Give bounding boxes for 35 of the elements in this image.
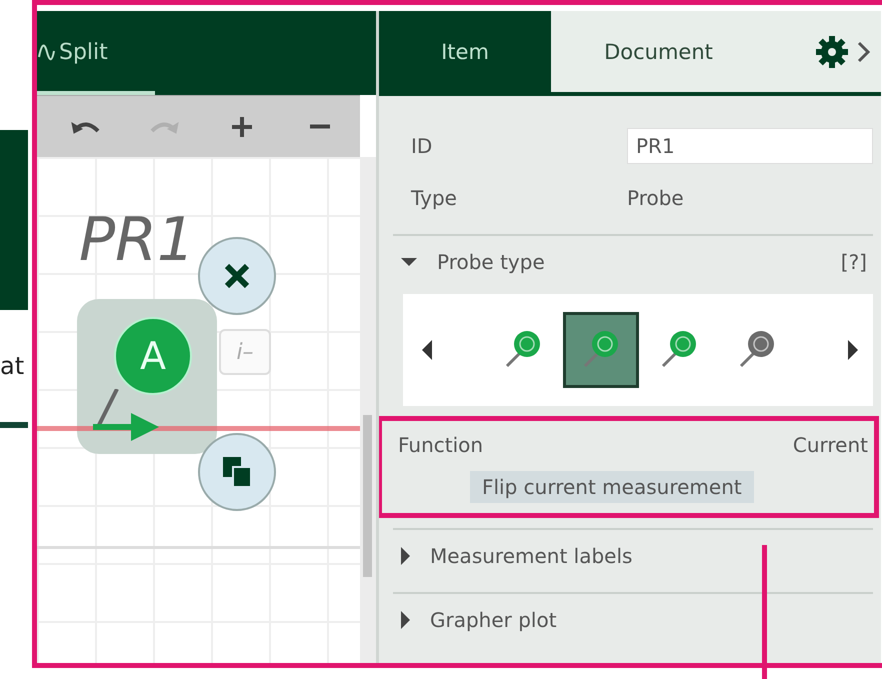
property-value: Current [792,433,868,457]
caret-right-icon [847,339,859,361]
help-link[interactable]: [?] [840,250,867,274]
section-title[interactable]: Probe type [437,250,841,274]
caret-right-icon [401,611,410,629]
chevron-right-icon [857,40,871,64]
property-label: ID [411,134,434,158]
caret-down-icon [401,258,417,266]
property-value: Probe [627,186,684,210]
minus-icon [309,124,331,129]
close-icon [223,262,251,290]
flip-button[interactable]: Flip current measurement [470,471,754,503]
gear-icon [815,34,849,68]
component-label: PR1 [79,205,196,275]
plus-icon [231,116,253,138]
id-field[interactable]: PR1 [627,128,873,164]
copy-icon [221,455,253,489]
expand-toggle[interactable] [401,611,410,629]
next-button[interactable] [847,339,859,361]
next-button[interactable] [857,40,871,64]
section-title[interactable]: Grapher plot [430,608,873,632]
previous-button[interactable] [421,339,433,361]
property-label: Function [398,433,484,457]
circuit-canvas[interactable]: PR1 A i– [37,157,360,663]
property-label: Type [411,186,458,210]
section-title[interactable]: Measurement labels [430,544,873,568]
settings-button[interactable] [815,34,849,68]
background-text: at [0,354,26,378]
caret-left-icon [421,339,433,361]
caret-right-icon [401,547,410,565]
probe-option[interactable] [563,312,639,388]
panel-tab[interactable]: Item [379,11,551,92]
scrollbar-thumb[interactable] [363,415,372,577]
expand-toggle[interactable] [401,258,417,266]
expand-toggle[interactable] [401,547,410,565]
